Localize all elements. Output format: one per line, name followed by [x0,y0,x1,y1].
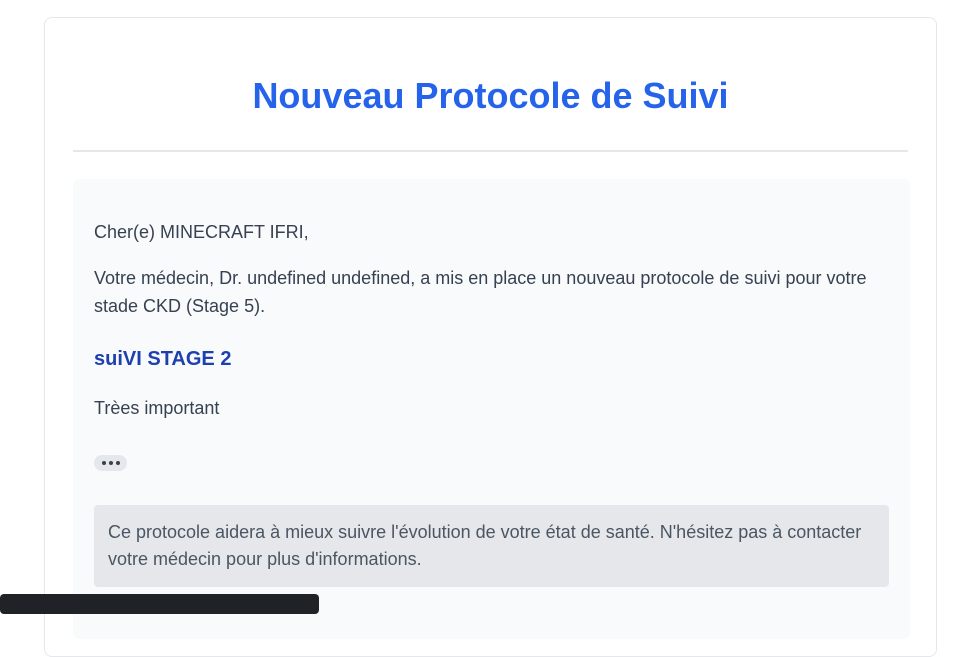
ellipsis-icon [115,461,120,465]
ellipsis-icon [108,461,113,465]
show-more-button[interactable] [94,455,127,471]
protocol-description: Trèes important [94,398,220,418]
ellipsis-icon [101,461,106,465]
message-body: Cher(e) MINECRAFT IFRI, Votre médecin, D… [73,179,910,639]
title-divider [73,150,908,152]
greeting-text: Cher(e) MINECRAFT IFRI, [94,222,309,242]
protocol-title: suiVI STAGE 2 [94,348,232,370]
bottom-toolbar [0,594,319,614]
email-card: Nouveau Protocole de Suivi Cher(e) MINEC… [44,17,937,657]
info-notice: Ce protocole aidera à mieux suivre l'évo… [94,505,889,587]
intro-text: Votre médecin, Dr. undefined undefined, … [94,268,867,316]
page-title: Nouveau Protocole de Suivi [252,75,729,116]
